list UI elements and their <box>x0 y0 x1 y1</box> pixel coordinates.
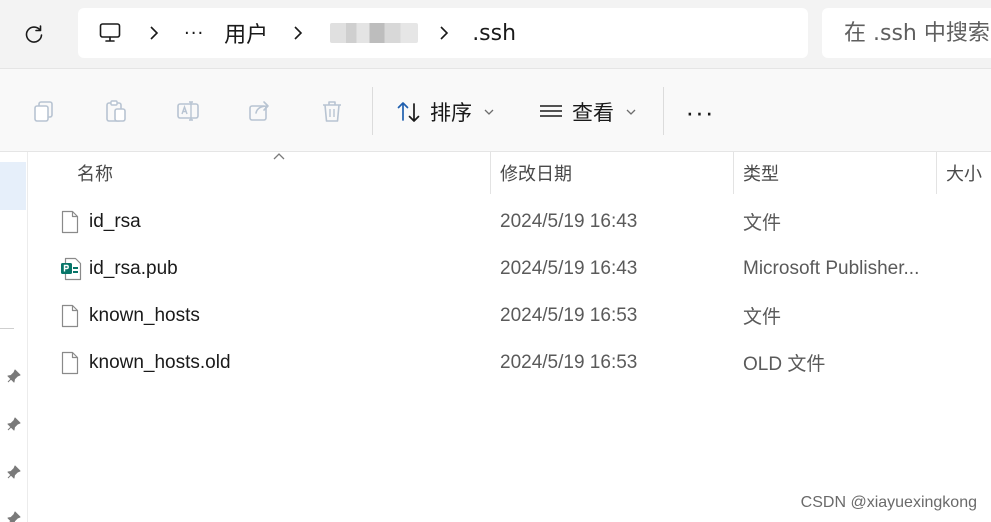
quick-access-pin-3[interactable] <box>4 462 24 482</box>
column-header-name[interactable]: 名称 <box>77 152 113 194</box>
more-options-button[interactable]: ··· <box>680 93 720 131</box>
rename-icon <box>177 101 199 121</box>
share-icon <box>249 101 269 121</box>
breadcrumb-this-pc[interactable] <box>98 8 122 58</box>
file-row[interactable]: id_rsa 2024/5/19 16:43 文件 <box>30 198 991 245</box>
pin-icon <box>7 417 21 431</box>
file-date-modified: 2024/5/19 16:53 <box>500 351 638 373</box>
sort-ascending-indicator <box>272 150 286 164</box>
breadcrumb-chevron-icon[interactable] <box>292 8 304 58</box>
view-label: 查看 <box>572 101 614 125</box>
breadcrumb-overflow[interactable]: ··· <box>184 8 204 58</box>
delete-button[interactable] <box>310 89 354 133</box>
column-header-label: 大小 <box>946 164 982 185</box>
file-type: OLD 文件 <box>743 354 826 375</box>
publisher-file-icon <box>60 245 82 292</box>
column-resize-handle[interactable] <box>490 152 491 194</box>
breadcrumb-item-users[interactable]: 用户 <box>224 8 268 58</box>
breadcrumb-item-label: 用户 <box>224 23 269 48</box>
chevron-down-icon <box>484 109 494 115</box>
command-bar: 排序 查看 ··· <box>0 68 991 152</box>
file-name: known_hosts <box>89 304 200 326</box>
column-resize-handle[interactable] <box>936 152 937 194</box>
breadcrumb-item-username[interactable] <box>330 8 419 58</box>
copy-icon <box>34 101 53 122</box>
column-header-label: 类型 <box>743 164 779 185</box>
copy-button[interactable] <box>22 89 66 133</box>
file-name: id_rsa.pub <box>89 257 178 279</box>
file-date-modified: 2024/5/19 16:53 <box>500 304 638 326</box>
file-row[interactable]: known_hosts 2024/5/19 16:53 文件 <box>30 292 991 339</box>
file-type: 文件 <box>743 307 782 328</box>
chevron-right-icon <box>440 26 449 40</box>
breadcrumb-item-ssh[interactable]: .ssh <box>472 8 516 58</box>
file-icon <box>60 339 82 386</box>
more-icon: ··· <box>685 96 715 127</box>
column-header-type[interactable]: 类型 <box>743 152 779 194</box>
chevron-down-icon <box>626 109 636 115</box>
redacted-username <box>330 23 419 43</box>
view-button[interactable]: 查看 <box>538 93 636 131</box>
column-header-size[interactable]: 大小 <box>946 152 982 194</box>
chevron-right-icon <box>294 26 303 40</box>
view-list-icon <box>540 105 562 117</box>
address-bar-region: ··· 用户 .ssh <box>0 0 991 68</box>
trash-icon <box>323 101 341 122</box>
file-icon <box>60 292 82 339</box>
column-resize-handle[interactable] <box>733 152 734 194</box>
pin-icon <box>7 465 21 479</box>
quick-access-pin-2[interactable] <box>4 414 24 434</box>
breadcrumb-chevron-icon[interactable] <box>148 8 160 58</box>
breadcrumb-item-label: .ssh <box>472 20 517 46</box>
rename-button[interactable] <box>166 89 210 133</box>
search-input[interactable] <box>844 20 991 46</box>
pin-icon <box>7 369 21 383</box>
watermark: CSDN @xiayuexingkong <box>800 494 977 511</box>
search-box[interactable] <box>822 8 991 58</box>
breadcrumb-chevron-icon[interactable] <box>438 8 450 58</box>
nav-selected-item[interactable] <box>0 162 26 210</box>
computer-icon <box>99 23 121 42</box>
column-header-label: 修改日期 <box>500 164 572 185</box>
chevron-up-icon <box>273 153 285 160</box>
quick-access-pin-1[interactable] <box>4 366 24 386</box>
sort-icon <box>397 102 420 122</box>
breadcrumb[interactable]: ··· 用户 .ssh <box>78 8 808 58</box>
quick-access-pin-4[interactable] <box>4 508 24 522</box>
pin-icon <box>7 511 21 522</box>
file-type: Microsoft Publisher... <box>743 257 920 279</box>
file-type: 文件 <box>743 213 782 234</box>
refresh-button[interactable] <box>14 18 54 50</box>
chevron-right-icon <box>150 26 159 40</box>
breadcrumb-ellipsis: ··· <box>184 22 205 44</box>
file-icon <box>60 198 82 245</box>
toolbar-divider <box>372 87 373 135</box>
nav-divider <box>0 328 14 329</box>
sort-label: 排序 <box>430 101 472 125</box>
file-row[interactable]: known_hosts.old 2024/5/19 16:53 OLD 文件 <box>30 339 991 386</box>
navigation-pane <box>0 152 28 522</box>
file-row[interactable]: id_rsa.pub 2024/5/19 16:43 Microsoft Pub… <box>30 245 991 292</box>
column-header-date-modified[interactable]: 修改日期 <box>500 152 572 194</box>
paste-button[interactable] <box>94 89 138 133</box>
share-button[interactable] <box>238 89 282 133</box>
column-header-label: 名称 <box>77 164 113 185</box>
paste-icon <box>106 100 126 122</box>
toolbar-divider <box>663 87 664 135</box>
refresh-icon <box>25 25 43 43</box>
file-name: id_rsa <box>89 210 141 232</box>
file-name: known_hosts.old <box>89 351 231 373</box>
sort-button[interactable]: 排序 <box>396 93 494 131</box>
file-date-modified: 2024/5/19 16:43 <box>500 257 638 279</box>
file-date-modified: 2024/5/19 16:43 <box>500 210 638 232</box>
